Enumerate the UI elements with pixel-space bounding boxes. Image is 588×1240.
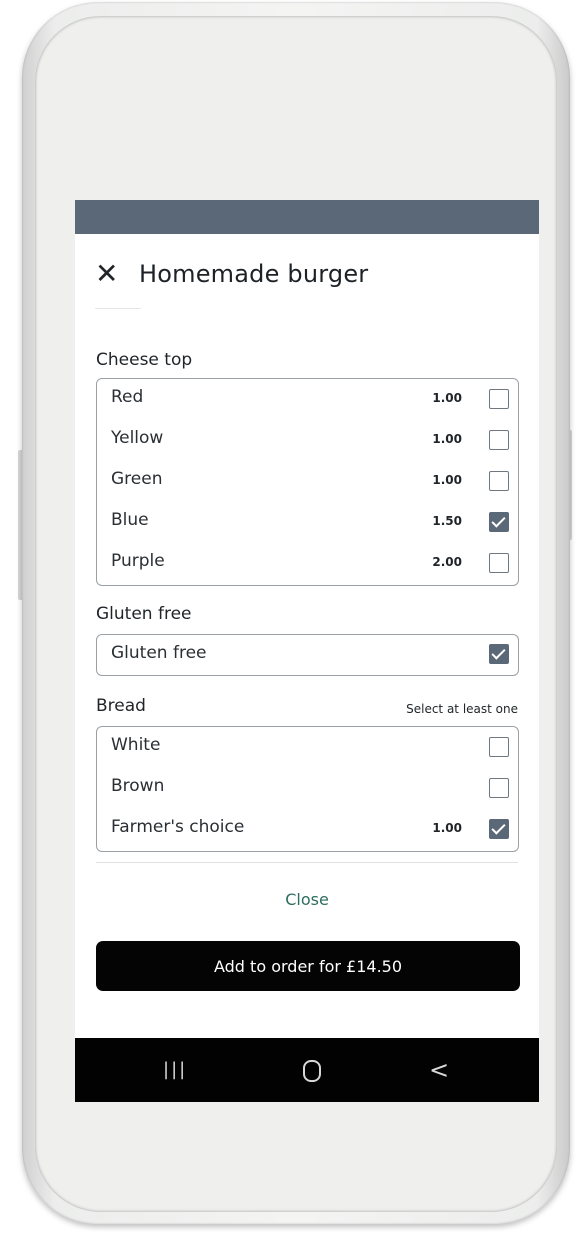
option-row[interactable]: Gluten free xyxy=(97,635,518,675)
option-row[interactable]: Purple 2.00 xyxy=(97,543,518,584)
option-label: Gluten free xyxy=(111,643,207,663)
option-row[interactable]: Yellow 1.00 xyxy=(97,420,518,461)
option-price: 1.00 xyxy=(432,821,462,835)
footer-divider xyxy=(96,862,518,863)
option-row[interactable]: White xyxy=(97,727,518,768)
option-label: Yellow xyxy=(111,428,164,448)
option-price: 1.00 xyxy=(432,391,462,405)
home-icon[interactable] xyxy=(303,1060,321,1082)
item-title: Homemade burger xyxy=(139,260,369,288)
checkbox-checked[interactable] xyxy=(489,512,509,532)
option-row[interactable]: Red 1.00 xyxy=(97,379,518,420)
status-bar xyxy=(75,200,539,234)
recent-apps-icon[interactable]: ||| xyxy=(163,1050,187,1090)
checkbox-checked[interactable] xyxy=(489,819,509,839)
option-price: 2.00 xyxy=(432,555,462,569)
option-price: 1.00 xyxy=(432,473,462,487)
option-label: Farmer's choice xyxy=(111,817,245,837)
option-row[interactable]: Farmer's choice 1.00 xyxy=(97,809,518,850)
checkbox[interactable] xyxy=(489,389,509,409)
option-row[interactable]: Blue 1.50 xyxy=(97,502,518,543)
option-price: 1.00 xyxy=(432,432,462,446)
add-to-order-button[interactable]: Add to order for £14.50 xyxy=(96,941,520,991)
close-button[interactable]: Close xyxy=(75,890,539,909)
bread-options-group: White Brown Farmer's choice 1.00 xyxy=(96,726,519,852)
option-row[interactable]: Green 1.00 xyxy=(97,461,518,502)
option-row[interactable]: Brown xyxy=(97,768,518,809)
close-icon[interactable]: ✕ xyxy=(95,260,127,288)
option-label: Green xyxy=(111,469,163,489)
app-screen: ✕ Homemade burger Cheese top Red 1.00 Ye… xyxy=(75,200,539,1102)
gluten-options-group: Gluten free xyxy=(96,634,519,676)
modal-header: ✕ Homemade burger xyxy=(95,254,368,294)
required-hint: Select at least one xyxy=(406,702,518,716)
option-label: Brown xyxy=(111,776,165,796)
section-label-gluten-free: Gluten free xyxy=(96,604,192,624)
checkbox[interactable] xyxy=(489,737,509,757)
header-divider xyxy=(95,308,141,309)
checkbox-checked[interactable] xyxy=(489,644,509,664)
option-label: Blue xyxy=(111,510,149,530)
option-label: White xyxy=(111,735,161,755)
option-label: Red xyxy=(111,387,144,407)
cheese-options-group: Red 1.00 Yellow 1.00 Green 1.00 Blue 1.5… xyxy=(96,378,519,586)
section-label-bread: Bread xyxy=(96,696,146,716)
checkbox[interactable] xyxy=(489,778,509,798)
option-label: Purple xyxy=(111,551,165,571)
back-icon[interactable]: < xyxy=(429,1050,449,1090)
checkbox[interactable] xyxy=(489,471,509,491)
android-nav-bar: ||| < xyxy=(75,1038,539,1102)
checkbox[interactable] xyxy=(489,553,509,573)
checkbox[interactable] xyxy=(489,430,509,450)
section-label-cheese-top: Cheese top xyxy=(96,350,193,370)
option-price: 1.50 xyxy=(432,514,462,528)
